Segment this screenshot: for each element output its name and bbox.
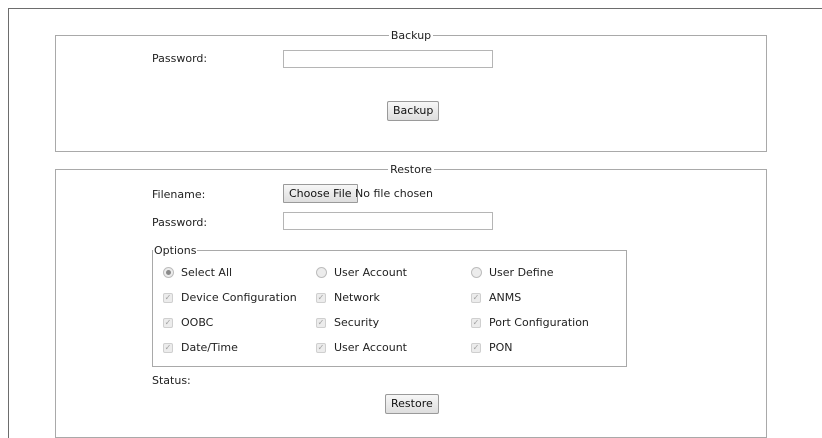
backup-section: Backup — [55, 29, 767, 152]
check-icon[interactable]: ✓ — [471, 343, 481, 353]
checkbox-label: Date/Time — [181, 341, 238, 354]
status-label: Status: — [152, 374, 191, 387]
checkbox-label: User Account — [334, 341, 407, 354]
radio-label: User Define — [489, 266, 554, 279]
check-icon[interactable]: ✓ — [316, 293, 326, 303]
restore-password-field[interactable] — [283, 212, 493, 230]
radio-label: User Account — [334, 266, 407, 279]
radio-label: Select All — [181, 266, 233, 279]
backup-password-label: Password: — [152, 52, 208, 65]
checkbox-label: Security — [334, 316, 380, 329]
backup-password-field[interactable] — [283, 50, 493, 68]
choose-file-button[interactable]: Choose File — [283, 184, 358, 203]
checkbox-label: ANMS — [489, 291, 522, 304]
filename-label: Filename: — [152, 188, 206, 201]
restore-password-label: Password: — [152, 216, 208, 229]
check-icon[interactable]: ✓ — [163, 343, 173, 353]
checkbox-label: Port Configuration — [489, 316, 589, 329]
restore-legend: Restore — [390, 163, 432, 176]
check-icon[interactable]: ✓ — [163, 318, 173, 328]
backup-button[interactable]: Backup — [387, 101, 440, 121]
check-icon[interactable]: ✓ — [163, 293, 173, 303]
check-icon[interactable]: ✓ — [316, 343, 326, 353]
check-icon[interactable]: ✓ — [471, 293, 481, 303]
options-legend: Options — [154, 244, 197, 257]
checkbox-label: Network — [334, 291, 380, 304]
check-icon[interactable]: ✓ — [471, 318, 481, 328]
checkbox-label: OOBC — [181, 316, 214, 329]
file-status-text: No file chosen — [355, 187, 433, 200]
radio-empty-icon[interactable] — [471, 267, 482, 278]
radio-dot-icon[interactable] — [163, 267, 174, 278]
check-icon[interactable]: ✓ — [316, 318, 326, 328]
checkbox-label: PON — [489, 341, 513, 354]
restore-button[interactable]: Restore — [385, 394, 439, 414]
checkbox-label: Device Configuration — [181, 291, 297, 304]
backup-legend: Backup — [390, 29, 432, 42]
radio-empty-icon[interactable] — [316, 267, 327, 278]
